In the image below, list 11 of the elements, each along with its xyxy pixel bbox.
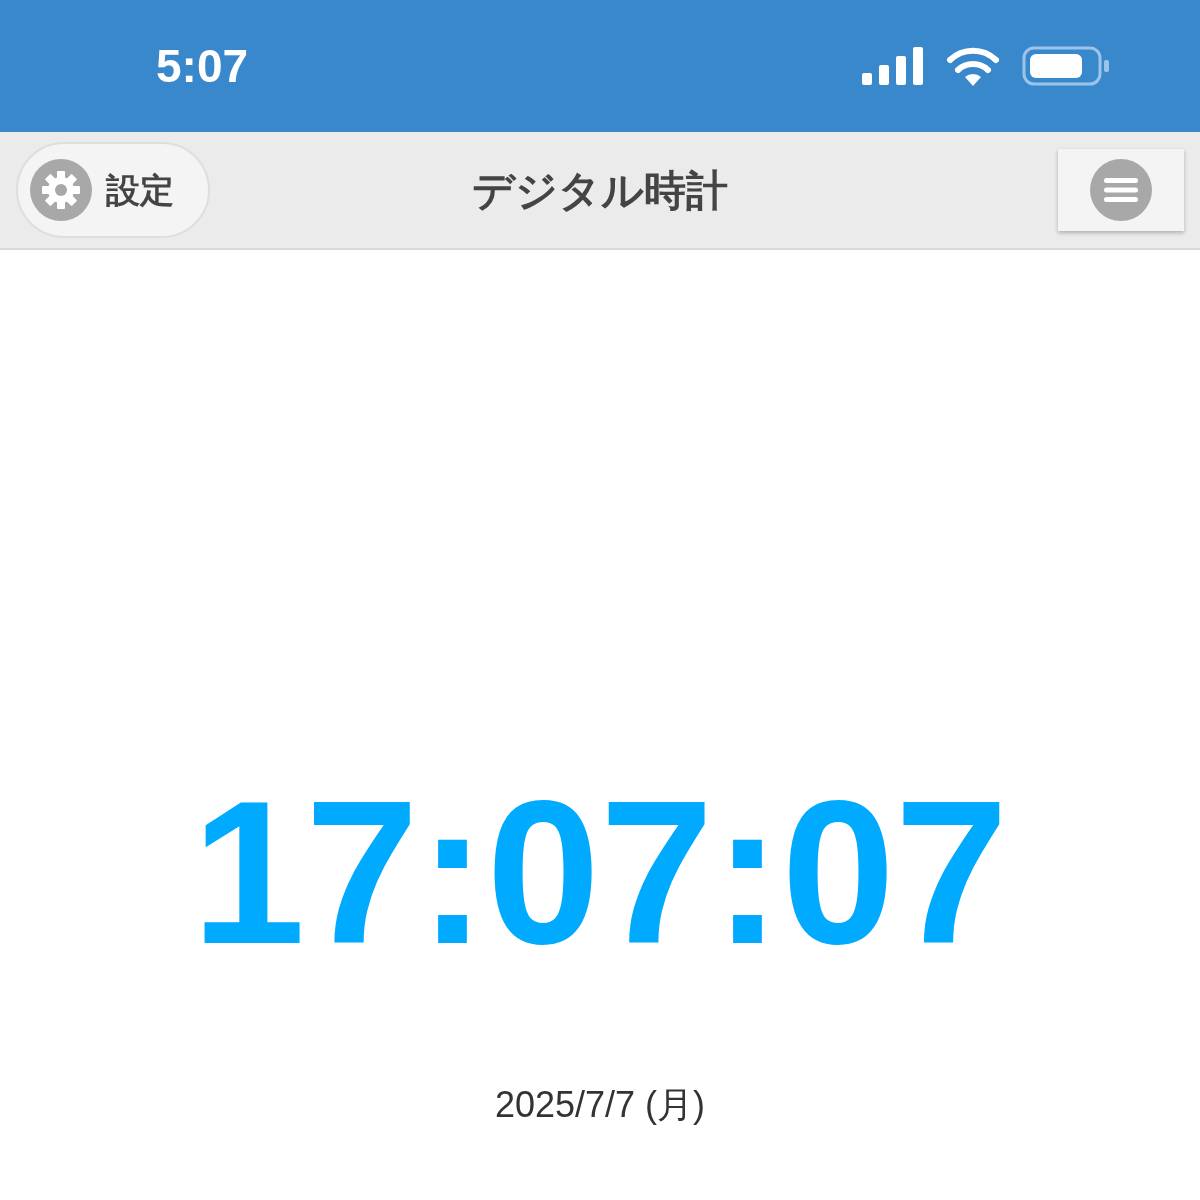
battery-icon xyxy=(1022,46,1110,86)
menu-icon xyxy=(1090,159,1152,221)
settings-icon xyxy=(30,159,92,221)
status-time: 5:07 xyxy=(156,38,249,94)
wifi-icon xyxy=(946,46,1000,86)
menu-button[interactable] xyxy=(1058,149,1184,231)
settings-button[interactable]: 設定 xyxy=(16,142,210,238)
clock-time: 17:07:07 xyxy=(191,770,1009,974)
clock-date: 2025/7/7 (月) xyxy=(494,1083,706,1127)
signal-icon xyxy=(862,47,924,85)
page-title: デジタル時計 xyxy=(472,165,728,216)
